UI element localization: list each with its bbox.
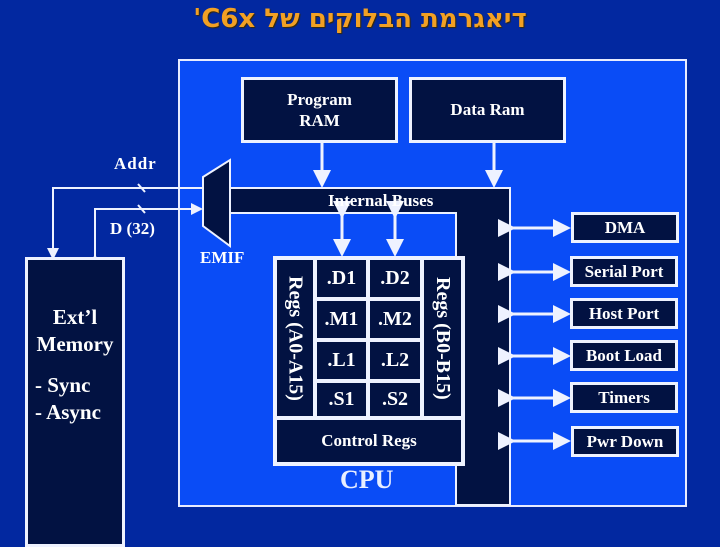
ext-memory-title-1: Ext’l <box>52 305 98 329</box>
unit-d2: .D2 <box>370 260 420 297</box>
unit-l2: .L2 <box>370 342 420 379</box>
peripheral-label: Timers <box>598 387 650 407</box>
regs-a: Regs (A0-A15) <box>277 260 313 416</box>
peripheral-host-port: Host Port <box>570 298 678 329</box>
internal-buses-label: Internal Buses <box>328 191 434 210</box>
peripheral-label: Host Port <box>588 303 660 323</box>
peripheral-serial-port: Serial Port <box>570 256 678 287</box>
program-ram-label-2: RAM <box>299 111 340 130</box>
data-bus-label: D (32) <box>110 219 155 238</box>
unit-s2: .S2 <box>370 383 420 416</box>
peripheral-label: DMA <box>604 217 646 237</box>
ext-memory-title-2: Memory <box>36 332 114 356</box>
cpu-label: CPU <box>340 465 394 494</box>
unit-m1: .M1 <box>317 301 366 338</box>
peripheral-label: Pwr Down <box>586 431 664 451</box>
peripheral-label: Boot Load <box>585 345 663 365</box>
unit-d1: .D1 <box>317 260 366 297</box>
unit-s1: .S1 <box>317 383 366 416</box>
peripheral-dma: DMA <box>571 212 679 243</box>
data-ram-label: Data Ram <box>450 100 525 119</box>
emif-mux <box>202 158 231 248</box>
external-memory-block: Ext’l Memory - Sync - Async <box>25 257 125 547</box>
program-ram-block: Program RAM <box>241 77 398 143</box>
emif-label: EMIF <box>200 248 245 267</box>
peripheral-label: Serial Port <box>584 261 664 281</box>
control-regs: Control Regs <box>277 420 461 462</box>
cpu-block: Regs (A0-A15) .D1 .D2 .M1 .M2 .L1 .L2 .S… <box>273 256 465 466</box>
peripheral-boot-load: Boot Load <box>570 340 678 371</box>
program-ram-label-1: Program <box>287 90 352 109</box>
data-ram-block: Data Ram <box>409 77 566 143</box>
peripheral-timers: Timers <box>570 382 678 413</box>
ext-memory-item-async: - Async <box>35 400 101 424</box>
unit-m2: .M2 <box>370 301 420 338</box>
unit-l1: .L1 <box>317 342 366 379</box>
peripheral-pwr-down: Pwr Down <box>571 426 679 457</box>
regs-b: Regs (B0-B15) <box>424 260 461 416</box>
ext-memory-item-sync: - Sync <box>35 373 91 397</box>
addr-label: Addr <box>114 154 157 173</box>
peripheral-links <box>498 219 571 450</box>
